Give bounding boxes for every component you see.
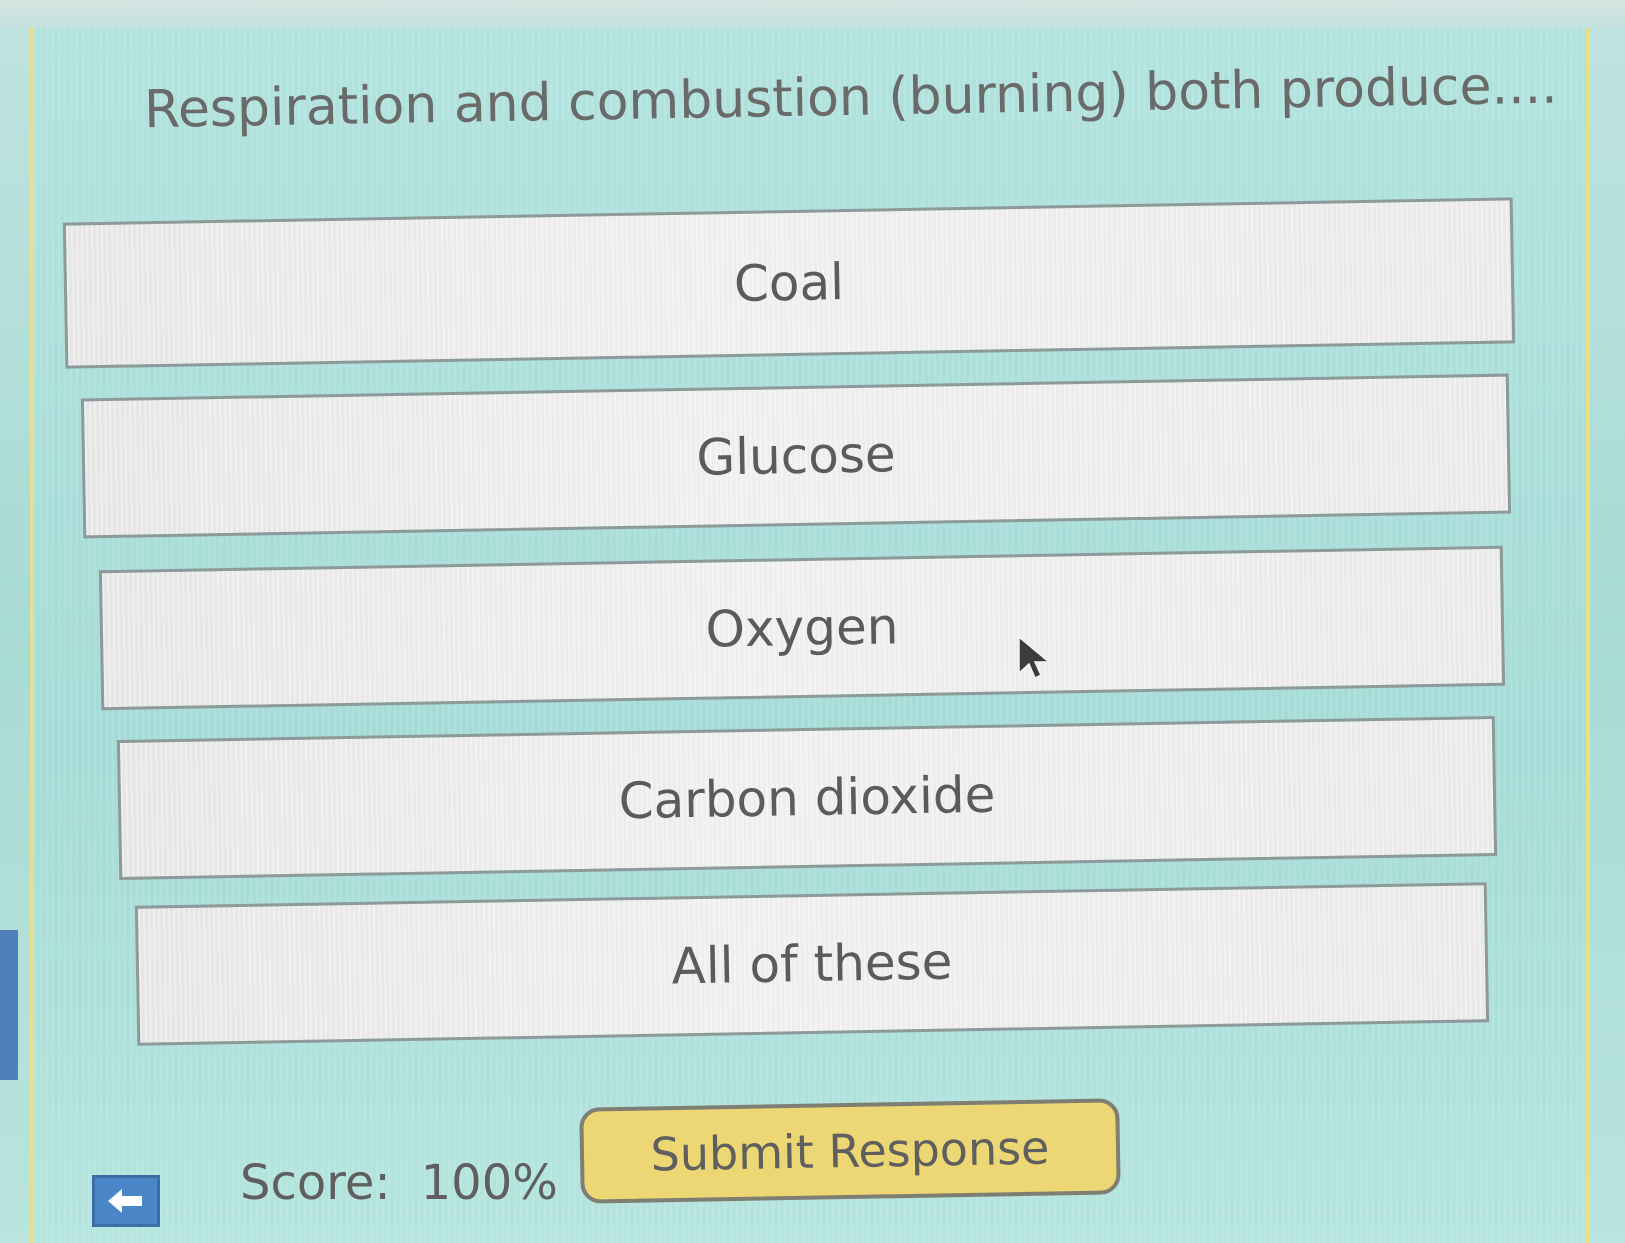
score-display: Score: 100%	[240, 1155, 558, 1211]
back-button[interactable]	[92, 1175, 160, 1227]
answer-option-coal[interactable]: Coal	[62, 197, 1516, 369]
answer-label: Oxygen	[705, 597, 899, 659]
answer-label: Glucose	[695, 425, 897, 487]
top-strip	[0, 0, 1625, 28]
left-accent-bar	[0, 930, 18, 1080]
answer-option-oxygen[interactable]: Oxygen	[98, 545, 1506, 711]
question-text: Respiration and combustion (burning) bot…	[143, 55, 1559, 141]
quiz-screen: Respiration and combustion (burning) bot…	[0, 0, 1625, 1243]
answer-label: All of these	[671, 932, 953, 996]
quiz-panel: Respiration and combustion (burning) bot…	[30, 28, 1590, 1243]
answer-label: Coal	[733, 253, 845, 313]
score-label: Score:	[240, 1155, 391, 1211]
submit-response-button[interactable]: Submit Response	[579, 1098, 1121, 1204]
submit-label: Submit Response	[650, 1120, 1050, 1182]
answer-label: Carbon dioxide	[618, 765, 996, 831]
back-arrow-icon	[108, 1189, 142, 1213]
answer-option-all-of-these[interactable]: All of these	[134, 882, 1490, 1046]
answer-option-glucose[interactable]: Glucose	[80, 373, 1512, 539]
score-value: 100%	[420, 1155, 558, 1211]
answer-option-carbon-dioxide[interactable]: Carbon dioxide	[116, 715, 1498, 881]
mouse-pointer-icon	[1018, 635, 1052, 680]
